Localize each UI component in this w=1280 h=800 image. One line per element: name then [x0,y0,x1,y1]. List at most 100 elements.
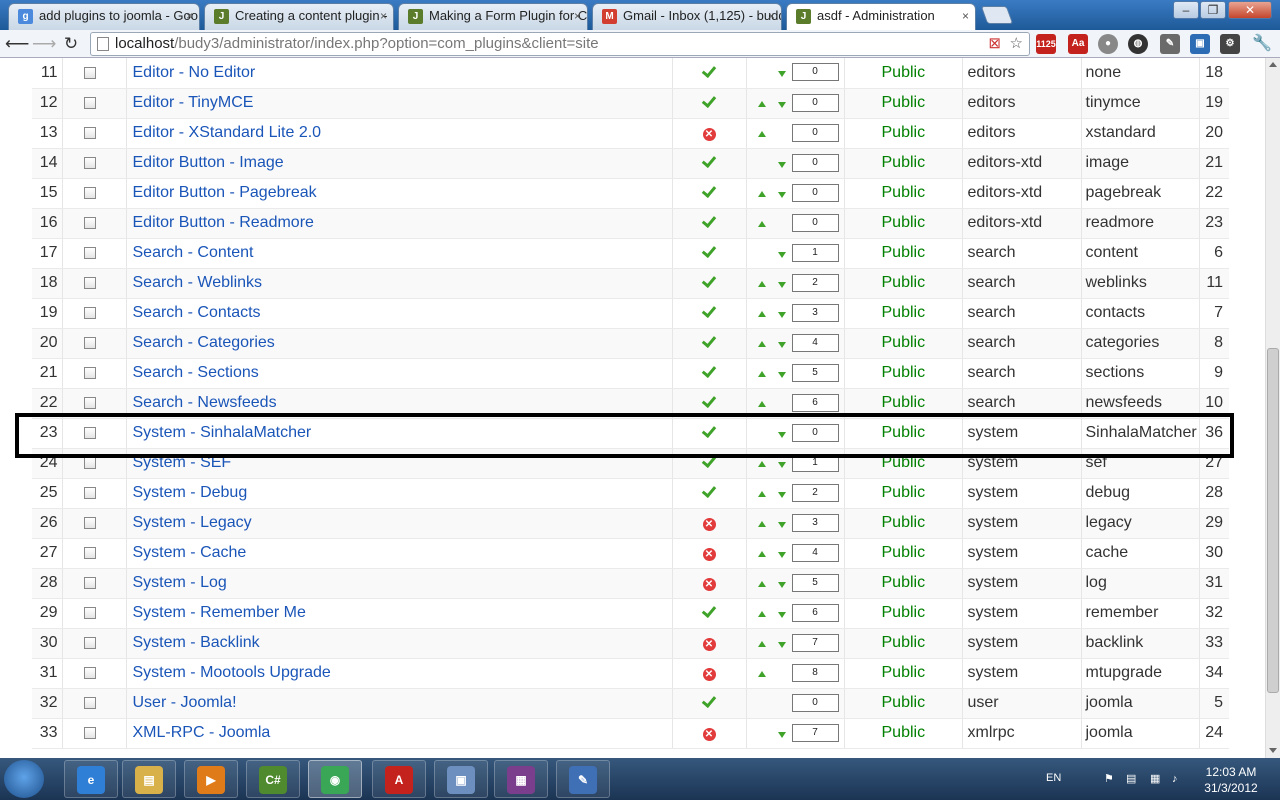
taskbar-button[interactable]: ▣ [434,760,488,798]
order-input[interactable]: 0 [791,213,839,232]
enabled-check-icon[interactable] [702,695,716,707]
access-level-link[interactable]: Public [882,664,926,681]
move-up-icon[interactable] [757,670,766,677]
access-level-link[interactable]: Public [882,334,926,351]
row-checkbox[interactable] [84,276,96,289]
access-level-link[interactable]: Public [882,214,926,231]
row-checkbox[interactable] [84,186,96,199]
access-level-link[interactable]: Public [882,364,926,381]
move-up-icon[interactable] [757,580,766,587]
new-tab-button[interactable] [980,6,1014,24]
tab-close-icon[interactable]: × [574,4,581,28]
access-level-link[interactable]: Public [882,154,926,171]
browser-tab[interactable]: M Gmail - Inbox (1,125) - budd × [592,3,782,30]
plugin-name-link[interactable]: System - SinhalaMatcher [133,424,312,441]
row-checkbox[interactable] [84,126,96,139]
enabled-check-icon[interactable] [702,485,716,497]
order-input[interactable]: 3 [791,303,839,322]
order-input[interactable]: 0 [791,123,839,142]
order-input[interactable]: 0 [791,93,839,112]
move-up-icon[interactable] [757,640,766,647]
blocked-popup-icon[interactable]: ⊠ [988,33,1001,55]
browser-tab[interactable]: Jasdf - Administration × [786,3,976,30]
color-picker-extension-icon[interactable]: ◍ [1128,34,1148,54]
row-checkbox[interactable] [84,66,96,79]
enabled-check-icon[interactable] [702,275,716,287]
order-input[interactable]: 0 [791,183,839,202]
order-input[interactable]: 4 [791,543,839,562]
bookmark-star-icon[interactable]: ☆ [1010,33,1023,55]
order-input[interactable]: 5 [791,363,839,382]
enabled-check-icon[interactable] [702,425,716,437]
order-input[interactable]: 6 [791,393,839,412]
disabled-x-icon[interactable]: ✕ [702,728,716,741]
move-up-icon[interactable] [757,520,766,527]
minimize-button[interactable]: – [1173,1,1199,19]
order-input[interactable]: 8 [791,663,839,682]
move-down-icon[interactable] [777,521,786,528]
move-down-icon[interactable] [777,551,786,558]
move-down-icon[interactable] [777,191,786,198]
access-level-link[interactable]: Public [882,304,926,321]
row-checkbox[interactable] [84,666,96,679]
taskbar-button[interactable]: C# [246,760,300,798]
access-level-link[interactable]: Public [882,184,926,201]
tab-close-icon[interactable]: × [186,4,193,28]
row-checkbox[interactable] [84,726,96,739]
access-level-link[interactable]: Public [882,274,926,291]
enabled-check-icon[interactable] [702,335,716,347]
order-input[interactable]: 1 [791,453,839,472]
taskbar-button[interactable]: ▤ [122,760,176,798]
plugin-name-link[interactable]: Editor - TinyMCE [133,94,254,111]
tab-close-icon[interactable]: × [768,4,775,28]
order-input[interactable]: 0 [791,63,839,81]
enabled-check-icon[interactable] [702,305,716,317]
taskbar-button[interactable]: e [64,760,118,798]
plugin-name-link[interactable]: Search - Sections [133,364,259,381]
pen-extension-icon[interactable]: ✎ [1160,34,1180,54]
plugin-name-link[interactable]: System - Backlink [133,634,260,651]
order-input[interactable]: 6 [791,603,839,622]
settings-extension-icon[interactable]: ⚙ [1220,34,1240,54]
access-level-link[interactable]: Public [882,244,926,261]
move-up-icon[interactable] [757,550,766,557]
move-down-icon[interactable] [777,161,786,168]
tray-flag-icon[interactable]: ⚑ [1104,773,1116,785]
row-checkbox[interactable] [84,306,96,319]
forward-icon[interactable]: ⟶ [32,33,56,55]
enabled-check-icon[interactable] [702,245,716,257]
access-level-link[interactable]: Public [882,94,926,111]
move-down-icon[interactable] [777,371,786,378]
plugin-name-link[interactable]: Search - Contacts [133,304,261,321]
row-checkbox[interactable] [84,336,96,349]
back-icon[interactable]: ⟵ [5,33,29,55]
access-level-link[interactable]: Public [882,484,926,501]
move-down-icon[interactable] [777,71,786,77]
order-input[interactable]: 2 [791,273,839,292]
plugin-name-link[interactable]: Search - Weblinks [133,274,263,291]
language-indicator[interactable]: EN [1046,772,1061,784]
disabled-x-icon[interactable]: ✕ [702,578,716,591]
move-up-icon[interactable] [757,280,766,287]
move-down-icon[interactable] [777,431,786,438]
enabled-check-icon[interactable] [702,65,716,77]
plugin-name-link[interactable]: System - SEF [133,454,232,471]
plugin-name-link[interactable]: System - Remember Me [133,604,306,621]
vertical-scrollbar[interactable] [1265,58,1280,758]
scroll-down-arrow[interactable] [1269,748,1277,753]
taskbar-button[interactable]: ✎ [556,760,610,798]
plugin-name-link[interactable]: Editor Button - Pagebreak [133,184,317,201]
access-level-link[interactable]: Public [882,514,926,531]
globe-extension-icon[interactable]: ● [1098,34,1118,54]
tray-volume-icon[interactable]: ♪ [1172,773,1184,785]
browser-tab[interactable]: J Creating a content plugin - × [204,3,394,30]
order-input[interactable]: 4 [791,333,839,352]
tab-close-icon[interactable]: × [962,4,969,28]
plugin-name-link[interactable]: Editor - XStandard Lite 2.0 [133,124,322,141]
order-input[interactable]: 3 [791,513,839,532]
start-button[interactable] [4,760,44,798]
browser-tab[interactable]: g add plugins to joomla - Goo × [8,3,200,30]
taskbar-button[interactable]: ◉ [308,760,362,798]
row-checkbox[interactable] [84,396,96,409]
disabled-x-icon[interactable]: ✕ [702,128,716,141]
